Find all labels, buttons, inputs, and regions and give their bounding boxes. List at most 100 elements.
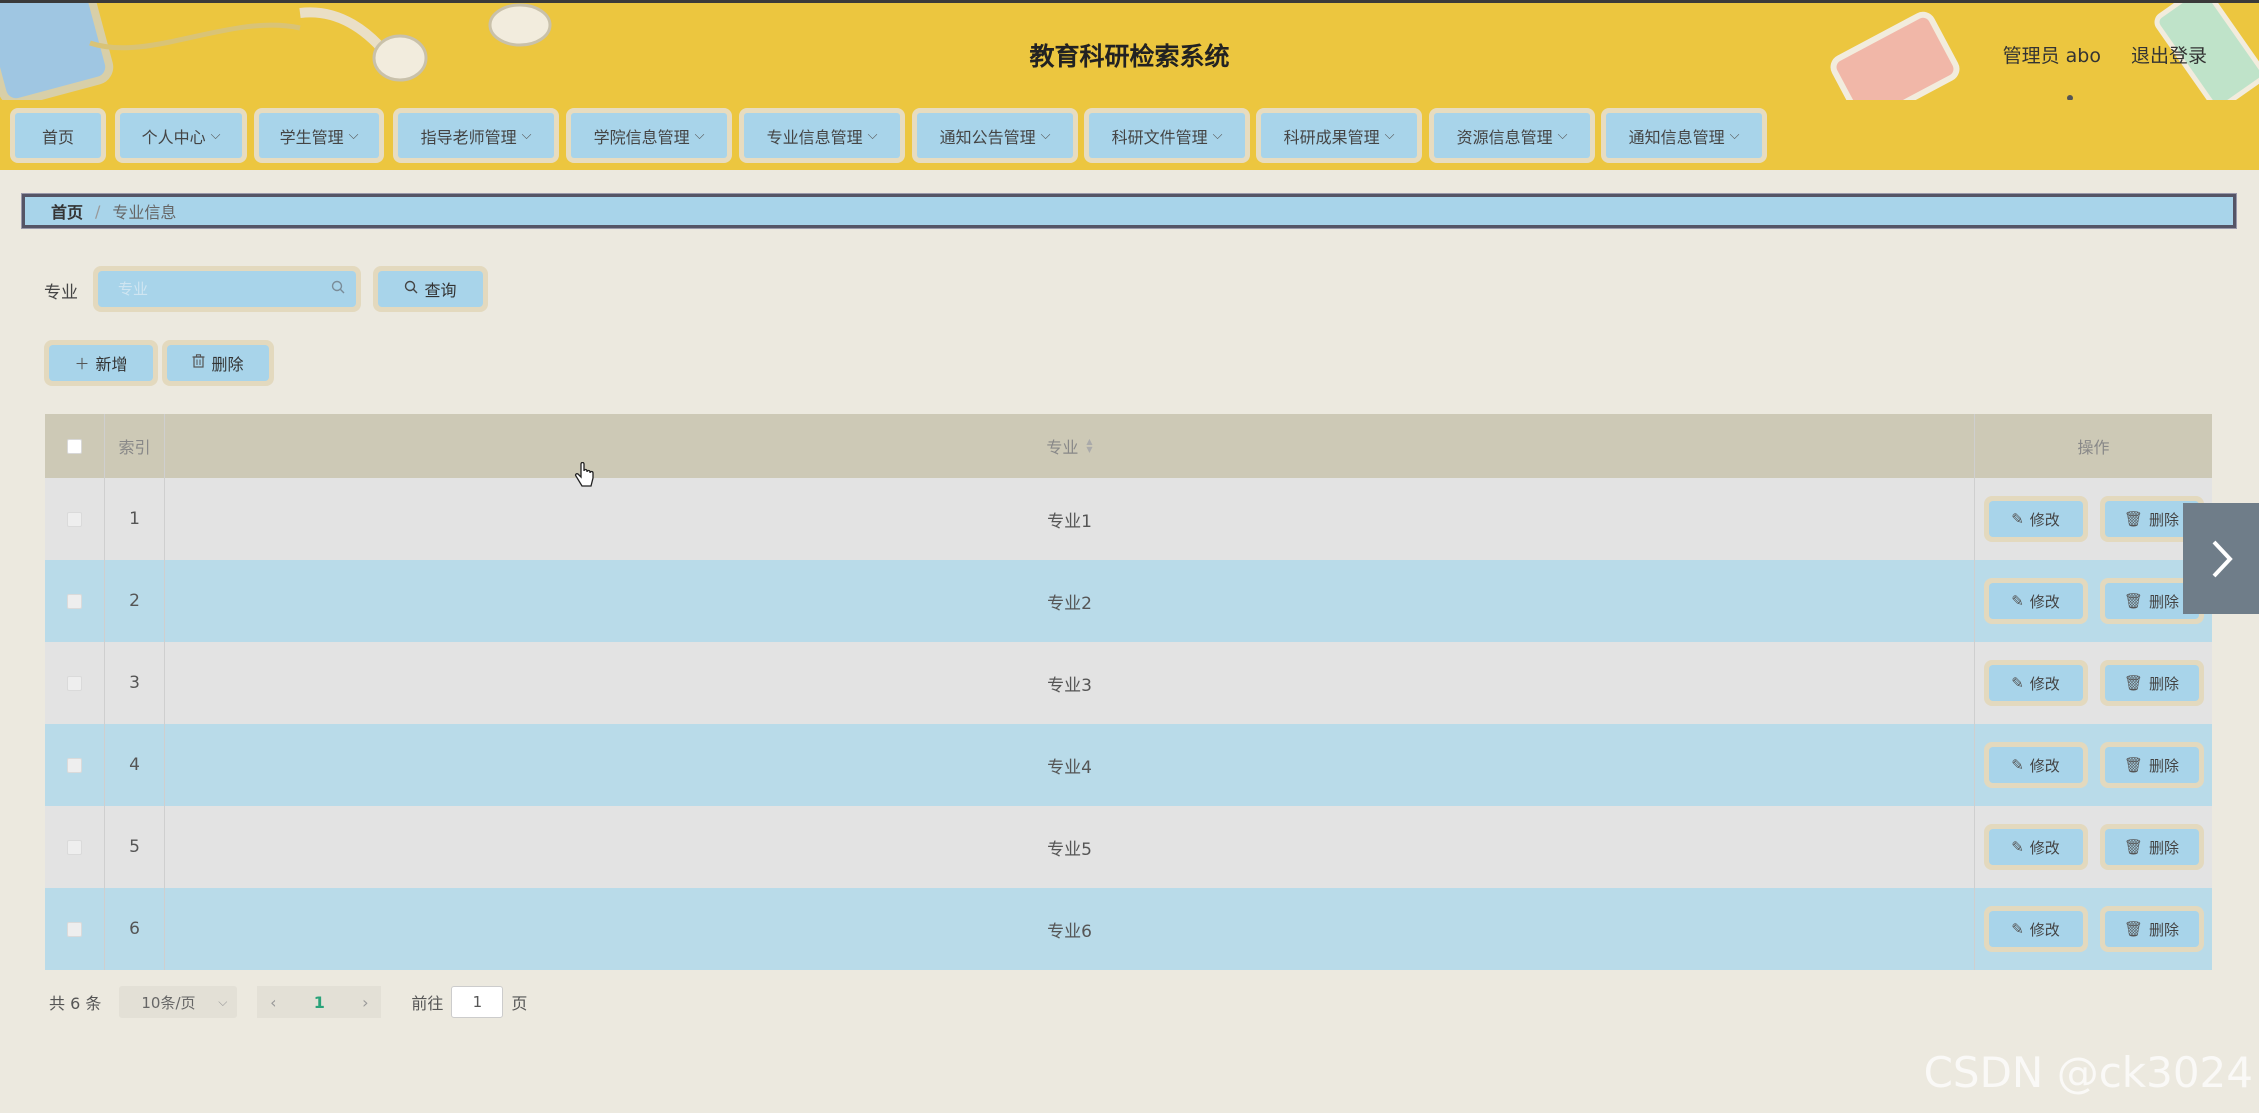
search-icon bbox=[331, 280, 345, 298]
chevron-down-icon: ⌵ bbox=[1384, 128, 1395, 143]
edit-label: 修改 bbox=[2029, 838, 2060, 857]
query-button-label: 查询 bbox=[424, 281, 457, 300]
edit-label: 修改 bbox=[2029, 592, 2060, 611]
app-title: 教育科研检索系统 bbox=[1029, 42, 1230, 71]
delete-label: 删除 bbox=[2149, 592, 2180, 611]
watermark: CSDN @ck3024 bbox=[1923, 1048, 2253, 1097]
hand-cursor-icon bbox=[574, 462, 594, 487]
header-major[interactable]: 专业 ▲ ▼ bbox=[165, 414, 1975, 478]
edit-button[interactable]: ✎ 修改 bbox=[1983, 742, 2088, 788]
trash-icon: 🗑︎ bbox=[2123, 510, 2144, 528]
row-checkbox[interactable] bbox=[67, 675, 82, 691]
delete-label: 删除 bbox=[2149, 920, 2180, 939]
edit-icon: ✎ bbox=[2011, 592, 2024, 610]
row-index: 4 bbox=[105, 724, 165, 806]
row-checkbox[interactable] bbox=[67, 593, 82, 609]
nav-label: 个人中心 bbox=[141, 127, 206, 147]
trash-icon: 🗑︎ bbox=[2123, 838, 2144, 856]
header-major-label: 专业 bbox=[1046, 438, 1079, 457]
nav-item-major-mgmt[interactable]: 专业信息管理 ⌵ bbox=[739, 108, 905, 163]
sort-icon[interactable]: ▲ ▼ bbox=[1086, 438, 1092, 454]
table-row: 5 专业5 ✎ 修改 🗑︎ 删除 bbox=[45, 806, 2212, 888]
edit-button[interactable]: ✎ 修改 bbox=[1983, 496, 2088, 542]
nav-label: 专业信息管理 bbox=[766, 127, 863, 147]
row-checkbox[interactable] bbox=[67, 757, 82, 773]
page-size-select[interactable]: 10条/页 ⌵ bbox=[119, 986, 238, 1018]
row-checkbox[interactable] bbox=[67, 839, 82, 855]
edit-button[interactable]: ✎ 修改 bbox=[1983, 578, 2088, 624]
chevron-right-icon: › bbox=[362, 992, 369, 1012]
nav-item-notice-mgmt[interactable]: 通知公告管理 ⌵ bbox=[912, 108, 1078, 163]
edit-icon: ✎ bbox=[2011, 674, 2024, 692]
nav-label: 通知公告管理 bbox=[939, 127, 1036, 147]
goto-page-input[interactable] bbox=[451, 986, 504, 1018]
query-button[interactable]: 查询 bbox=[373, 266, 488, 312]
edit-button[interactable]: ✎ 修改 bbox=[1983, 824, 2088, 870]
delete-button[interactable]: 🗑︎ 删除 bbox=[2099, 824, 2204, 870]
pagination-total: 共 6 条 bbox=[49, 994, 102, 1013]
row-index: 5 bbox=[105, 806, 165, 888]
add-button[interactable]: ＋ 新增 bbox=[44, 340, 158, 386]
trash-icon bbox=[192, 354, 205, 372]
search-icon bbox=[404, 280, 418, 298]
page-number-current[interactable]: 1 bbox=[289, 986, 350, 1018]
batch-delete-button[interactable]: 删除 bbox=[162, 340, 274, 386]
row-checkbox[interactable] bbox=[67, 921, 82, 937]
row-checkbox[interactable] bbox=[67, 511, 82, 527]
row-major: 专业3 bbox=[165, 642, 1975, 724]
table-header: 索引 专业 ▲ ▼ 操作 bbox=[45, 414, 2212, 478]
nav-item-resource-mgmt[interactable]: 资源信息管理 ⌵ bbox=[1429, 108, 1595, 163]
nav-label: 指导老师管理 bbox=[420, 127, 517, 147]
logout-link[interactable]: 退出登录 bbox=[2131, 41, 2207, 68]
nav-label: 科研成果管理 bbox=[1283, 127, 1380, 147]
nav-item-research-file-mgmt[interactable]: 科研文件管理 ⌵ bbox=[1084, 108, 1250, 163]
row-index: 1 bbox=[105, 478, 165, 560]
search-input[interactable] bbox=[98, 271, 356, 307]
delete-label: 删除 bbox=[2149, 510, 2180, 529]
edit-label: 修改 bbox=[2029, 756, 2060, 775]
nav-item-research-result-mgmt[interactable]: 科研成果管理 ⌵ bbox=[1256, 108, 1422, 163]
chevron-down-icon: ⌵ bbox=[694, 128, 705, 143]
chevron-left-icon: ‹ bbox=[270, 992, 277, 1012]
chevron-right-icon bbox=[2212, 540, 2233, 577]
nav-label: 首页 bbox=[41, 127, 74, 147]
next-page-button[interactable]: › bbox=[349, 986, 382, 1018]
edit-icon: ✎ bbox=[2011, 756, 2024, 774]
row-major: 专业2 bbox=[165, 560, 1975, 642]
chevron-down-icon: ⌵ bbox=[1212, 128, 1223, 143]
header: 教育科研检索系统 管理员 abo 退出登录 bbox=[0, 0, 2259, 100]
plus-icon: ＋ bbox=[74, 354, 90, 373]
nav-item-home[interactable]: 首页 bbox=[10, 108, 106, 163]
trash-icon: 🗑︎ bbox=[2123, 756, 2144, 774]
page-size-value: 10条/页 bbox=[141, 993, 196, 1012]
nav-item-personal-center[interactable]: 个人中心 ⌵ bbox=[115, 108, 247, 163]
prev-page-button[interactable]: ‹ bbox=[257, 986, 290, 1018]
header-ops: 操作 bbox=[2077, 438, 2110, 457]
edit-label: 修改 bbox=[2029, 920, 2060, 939]
breadcrumb-current: 专业信息 bbox=[112, 203, 177, 222]
table-row: 3 专业3 ✎ 修改 🗑︎ 删除 bbox=[45, 642, 2212, 724]
nav-label: 学生管理 bbox=[279, 127, 344, 147]
trash-icon: 🗑︎ bbox=[2123, 674, 2144, 692]
side-expand-button[interactable] bbox=[2183, 503, 2259, 614]
edit-button[interactable]: ✎ 修改 bbox=[1983, 906, 2088, 952]
goto-label: 前往 bbox=[411, 994, 444, 1013]
nav-item-college-mgmt[interactable]: 学院信息管理 ⌵ bbox=[566, 108, 732, 163]
search-label: 专业 bbox=[44, 283, 78, 303]
delete-label: 删除 bbox=[2149, 674, 2180, 693]
edit-button[interactable]: ✎ 修改 bbox=[1983, 660, 2088, 706]
chevron-down-icon: ⌵ bbox=[348, 128, 359, 143]
delete-button[interactable]: 🗑︎ 删除 bbox=[2099, 906, 2204, 952]
row-major: 专业6 bbox=[165, 888, 1975, 970]
delete-button[interactable]: 🗑︎ 删除 bbox=[2099, 742, 2204, 788]
nav-item-student-mgmt[interactable]: 学生管理 ⌵ bbox=[254, 108, 384, 163]
table-row: 4 专业4 ✎ 修改 🗑︎ 删除 bbox=[45, 724, 2212, 806]
nav-item-advisor-mgmt[interactable]: 指导老师管理 ⌵ bbox=[393, 108, 559, 163]
nav-label: 科研文件管理 bbox=[1111, 127, 1208, 147]
delete-button[interactable]: 🗑︎ 删除 bbox=[2099, 660, 2204, 706]
current-user-label: 管理员 abo bbox=[2002, 45, 2101, 67]
select-all-checkbox[interactable] bbox=[67, 438, 82, 454]
add-button-label: 新增 bbox=[95, 355, 128, 374]
nav-item-notification-mgmt[interactable]: 通知信息管理 ⌵ bbox=[1601, 108, 1767, 163]
breadcrumb-home[interactable]: 首页 bbox=[51, 199, 83, 223]
